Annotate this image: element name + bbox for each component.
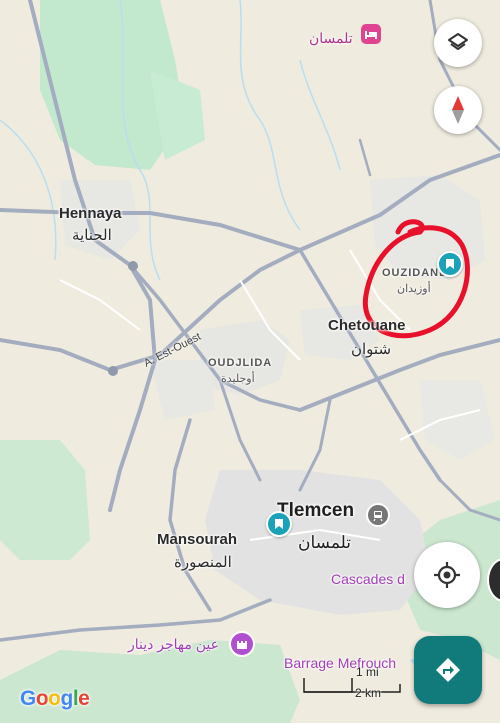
bookmark-pin-icon[interactable] bbox=[437, 251, 463, 277]
hotel-icon[interactable] bbox=[361, 24, 381, 44]
layers-button[interactable] bbox=[434, 19, 482, 67]
hennaya-ar-label: الحناية bbox=[72, 227, 112, 244]
hennaya-label: Hennaya bbox=[59, 205, 122, 222]
cascades-label[interactable]: Cascades d bbox=[331, 571, 405, 587]
compass-icon bbox=[452, 96, 464, 124]
layers-icon bbox=[448, 33, 468, 50]
directions-icon bbox=[436, 658, 460, 682]
my-location-button[interactable] bbox=[414, 542, 480, 608]
scale-km: 2 km bbox=[355, 686, 382, 700]
tlemcen-ar-label: تلمسان bbox=[298, 533, 352, 552]
scale-bar bbox=[303, 678, 401, 693]
bookmark-pin-icon[interactable] bbox=[266, 511, 292, 537]
tram-icon[interactable] bbox=[366, 503, 390, 527]
compass-button[interactable] bbox=[434, 86, 482, 134]
mansourah-ar-label: المنصورة bbox=[174, 554, 232, 571]
mansourah-label: Mansourah bbox=[157, 531, 238, 548]
ouzidane-ar-label: أوزيدان bbox=[397, 283, 431, 295]
oudjlida-label: OUDJLIDA bbox=[208, 357, 273, 369]
chetouane-ar-label: شتوان bbox=[351, 341, 392, 358]
tlemcen-hotel-label[interactable]: تلمسان bbox=[309, 30, 353, 47]
google-logo: Google bbox=[20, 687, 90, 710]
directions-button[interactable] bbox=[414, 636, 482, 704]
my-location-icon bbox=[434, 562, 460, 588]
scale-miles: 1 mi bbox=[356, 665, 379, 679]
castle-icon[interactable] bbox=[229, 631, 255, 657]
oudjlida-ar-label: أوجليدة bbox=[221, 373, 255, 385]
chetouane-label: Chetouane bbox=[328, 317, 406, 334]
ain-mehadjer-label[interactable]: عين مهاجر دينار bbox=[128, 636, 219, 653]
